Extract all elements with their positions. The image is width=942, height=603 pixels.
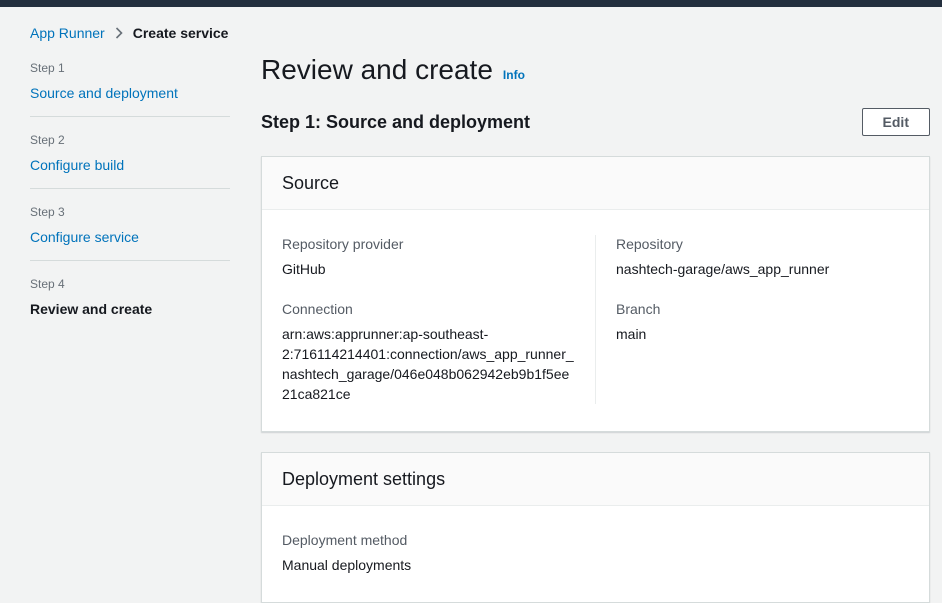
- field-value: nashtech-garage/aws_app_runner: [616, 261, 830, 277]
- field-branch: Branch main: [616, 300, 909, 344]
- deployment-settings-column-1: Deployment method Manual deployments: [262, 531, 929, 575]
- divider: [30, 188, 230, 189]
- field-label: Branch: [616, 301, 661, 317]
- step-number-label: Step 2: [30, 133, 65, 147]
- field-label: Connection: [282, 301, 353, 317]
- step-link-configure-build[interactable]: Configure build: [30, 155, 230, 175]
- page-title: Review and create: [261, 54, 493, 85]
- field-value: arn:aws:apprunner:ap-southeast-2:7161142…: [282, 326, 574, 402]
- field-value: main: [616, 326, 647, 342]
- page-title-row: Review and create Info: [261, 53, 930, 87]
- field-repository: Repository nashtech-garage/aws_app_runne…: [616, 235, 909, 279]
- divider: [30, 260, 230, 261]
- chevron-right-icon: [114, 27, 124, 39]
- console-top-bar: [0, 0, 942, 7]
- step-current-review-and-create: Review and create: [30, 301, 153, 317]
- field-repository-provider: Repository provider GitHub: [282, 235, 575, 279]
- field-value: GitHub: [282, 261, 326, 277]
- step-number-label: Step 3: [30, 205, 65, 219]
- wizard-step-4-current: Step 4 Review and create: [30, 276, 230, 319]
- field-value: Manual deployments: [282, 557, 412, 573]
- source-card: Source Repository provider GitHub Connec…: [261, 156, 930, 432]
- field-label: Repository: [616, 236, 683, 252]
- breadcrumb-current-create-service: Create service: [132, 25, 229, 41]
- step-link-configure-service[interactable]: Configure service: [30, 227, 230, 247]
- source-card-column-1: Repository provider GitHub Connection ar…: [262, 235, 595, 404]
- wizard-sidebar: App Runner Create service Step 1 Source …: [30, 23, 261, 603]
- step-link-source-and-deployment[interactable]: Source and deployment: [30, 83, 230, 103]
- main-content: Review and create Info Step 1: Source an…: [261, 23, 930, 603]
- field-label: Deployment method: [282, 532, 408, 548]
- deployment-settings-card-body: Deployment method Manual deployments: [262, 506, 929, 602]
- deployment-settings-card-title: Deployment settings: [282, 469, 446, 489]
- step1-review-header: Step 1: Source and deployment Edit: [261, 108, 930, 136]
- step-number-label: Step 4: [30, 277, 65, 291]
- section-heading: Step 1: Source and deployment: [261, 112, 531, 132]
- deployment-settings-card: Deployment settings Deployment method Ma…: [261, 452, 930, 603]
- edit-button[interactable]: Edit: [861, 108, 930, 136]
- wizard-step-3: Step 3 Configure service: [30, 204, 230, 247]
- wizard-steps-nav: Step 1 Source and deployment Step 2 Conf…: [30, 60, 230, 319]
- step-number-label: Step 1: [30, 61, 65, 75]
- wizard-step-1: Step 1 Source and deployment: [30, 60, 230, 103]
- page-content: App Runner Create service Step 1 Source …: [0, 7, 942, 603]
- field-connection: Connection arn:aws:apprunner:ap-southeas…: [282, 300, 575, 404]
- wizard-step-2: Step 2 Configure build: [30, 132, 230, 175]
- field-label: Repository provider: [282, 236, 404, 252]
- info-link[interactable]: Info: [503, 68, 525, 82]
- source-card-body: Repository provider GitHub Connection ar…: [262, 210, 929, 431]
- source-card-column-2: Repository nashtech-garage/aws_app_runne…: [595, 235, 929, 404]
- source-card-header: Source: [262, 157, 929, 210]
- source-card-title: Source: [282, 173, 340, 193]
- field-deployment-method: Deployment method Manual deployments: [282, 531, 909, 575]
- deployment-settings-card-header: Deployment settings: [262, 453, 929, 506]
- breadcrumb: App Runner Create service: [30, 23, 230, 43]
- divider: [30, 116, 230, 117]
- breadcrumb-link-app-runner[interactable]: App Runner: [30, 23, 105, 43]
